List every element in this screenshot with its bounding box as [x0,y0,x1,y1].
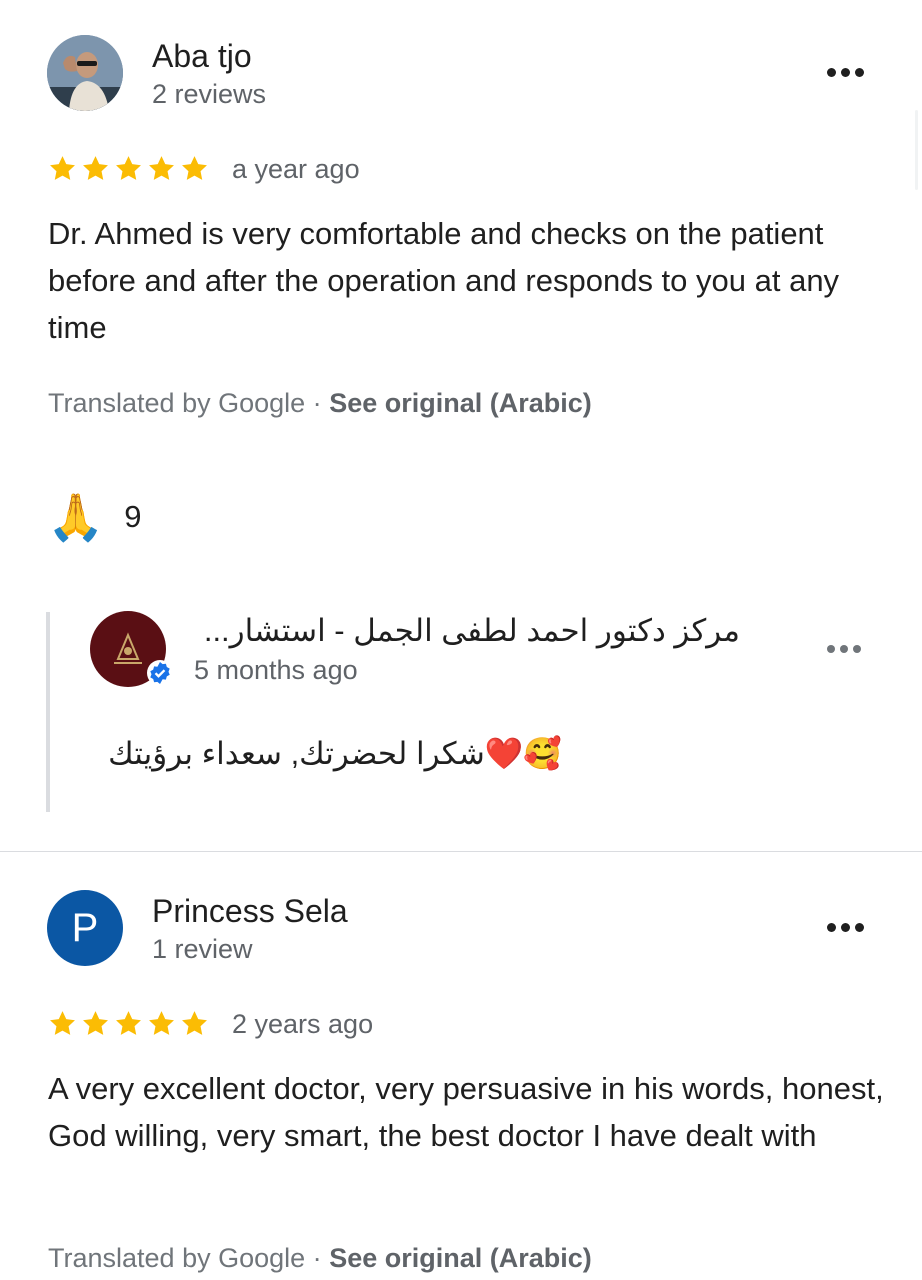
star-icon [182,156,207,180]
owner-logo-icon [114,632,142,664]
translation-note: Translated by Google · See original (Ara… [48,1243,592,1274]
translated-label: Translated by Google [48,1243,306,1273]
star-icon [149,1011,174,1035]
owner-name[interactable]: مركز دكتور احمد لطفى الجمل - استشار... [194,613,740,649]
reviewer-avatar[interactable] [47,35,123,111]
folded-hands-emoji: 🙏 [47,491,105,543]
more-horizontal-icon [827,923,836,932]
more-options-button[interactable] [827,68,864,77]
see-original-link[interactable]: See original (Arabic) [329,1243,592,1273]
reviewer-avatar[interactable]: P [47,890,123,966]
star-icon [50,1011,75,1035]
reviewer-name[interactable]: Princess Sela [152,893,348,930]
review-time: a year ago [232,154,360,184]
more-options-button[interactable] [827,923,864,932]
reaction-button[interactable]: 🙏 9 [47,488,142,546]
reply-time: 5 months ago [194,655,358,685]
review-divider [0,851,922,852]
reviewer-review-count: 2 reviews [152,79,267,109]
star-icon [50,156,75,180]
separator: · [312,1243,322,1273]
separator: · [312,388,322,418]
star-rating [48,154,209,183]
star-icon [116,156,141,180]
review-time: 2 years ago [232,1009,374,1039]
star-rating [48,1009,209,1038]
star-icon [149,156,174,180]
star-icon [182,1011,207,1035]
verified-badge-icon [147,660,173,686]
star-icon [83,1011,108,1035]
reply-text: 🥰❤️شكرا لحضرتك, سعداء برؤيتك [108,736,562,771]
more-horizontal-icon [827,645,835,653]
star-icon [116,1011,141,1035]
reviewer-name[interactable]: Aba tjo [152,38,252,75]
reply-indicator-bar [46,612,50,812]
translation-note: Translated by Google · See original (Ara… [48,388,592,419]
review-text: A very excellent doctor, very persuasive… [48,1071,884,1153]
reply-more-options-button[interactable] [827,645,861,653]
reaction-count: 9 [124,499,142,534]
reviewer-review-count: 1 review [152,934,253,964]
star-icon [83,156,108,180]
avatar-photo-icon [47,35,123,111]
more-horizontal-icon [827,68,836,77]
see-original-link[interactable]: See original (Arabic) [329,388,592,418]
scroll-indicator[interactable] [915,110,918,190]
translated-label: Translated by Google [48,388,306,418]
review-text: Dr. Ahmed is very comfortable and checks… [48,216,840,345]
